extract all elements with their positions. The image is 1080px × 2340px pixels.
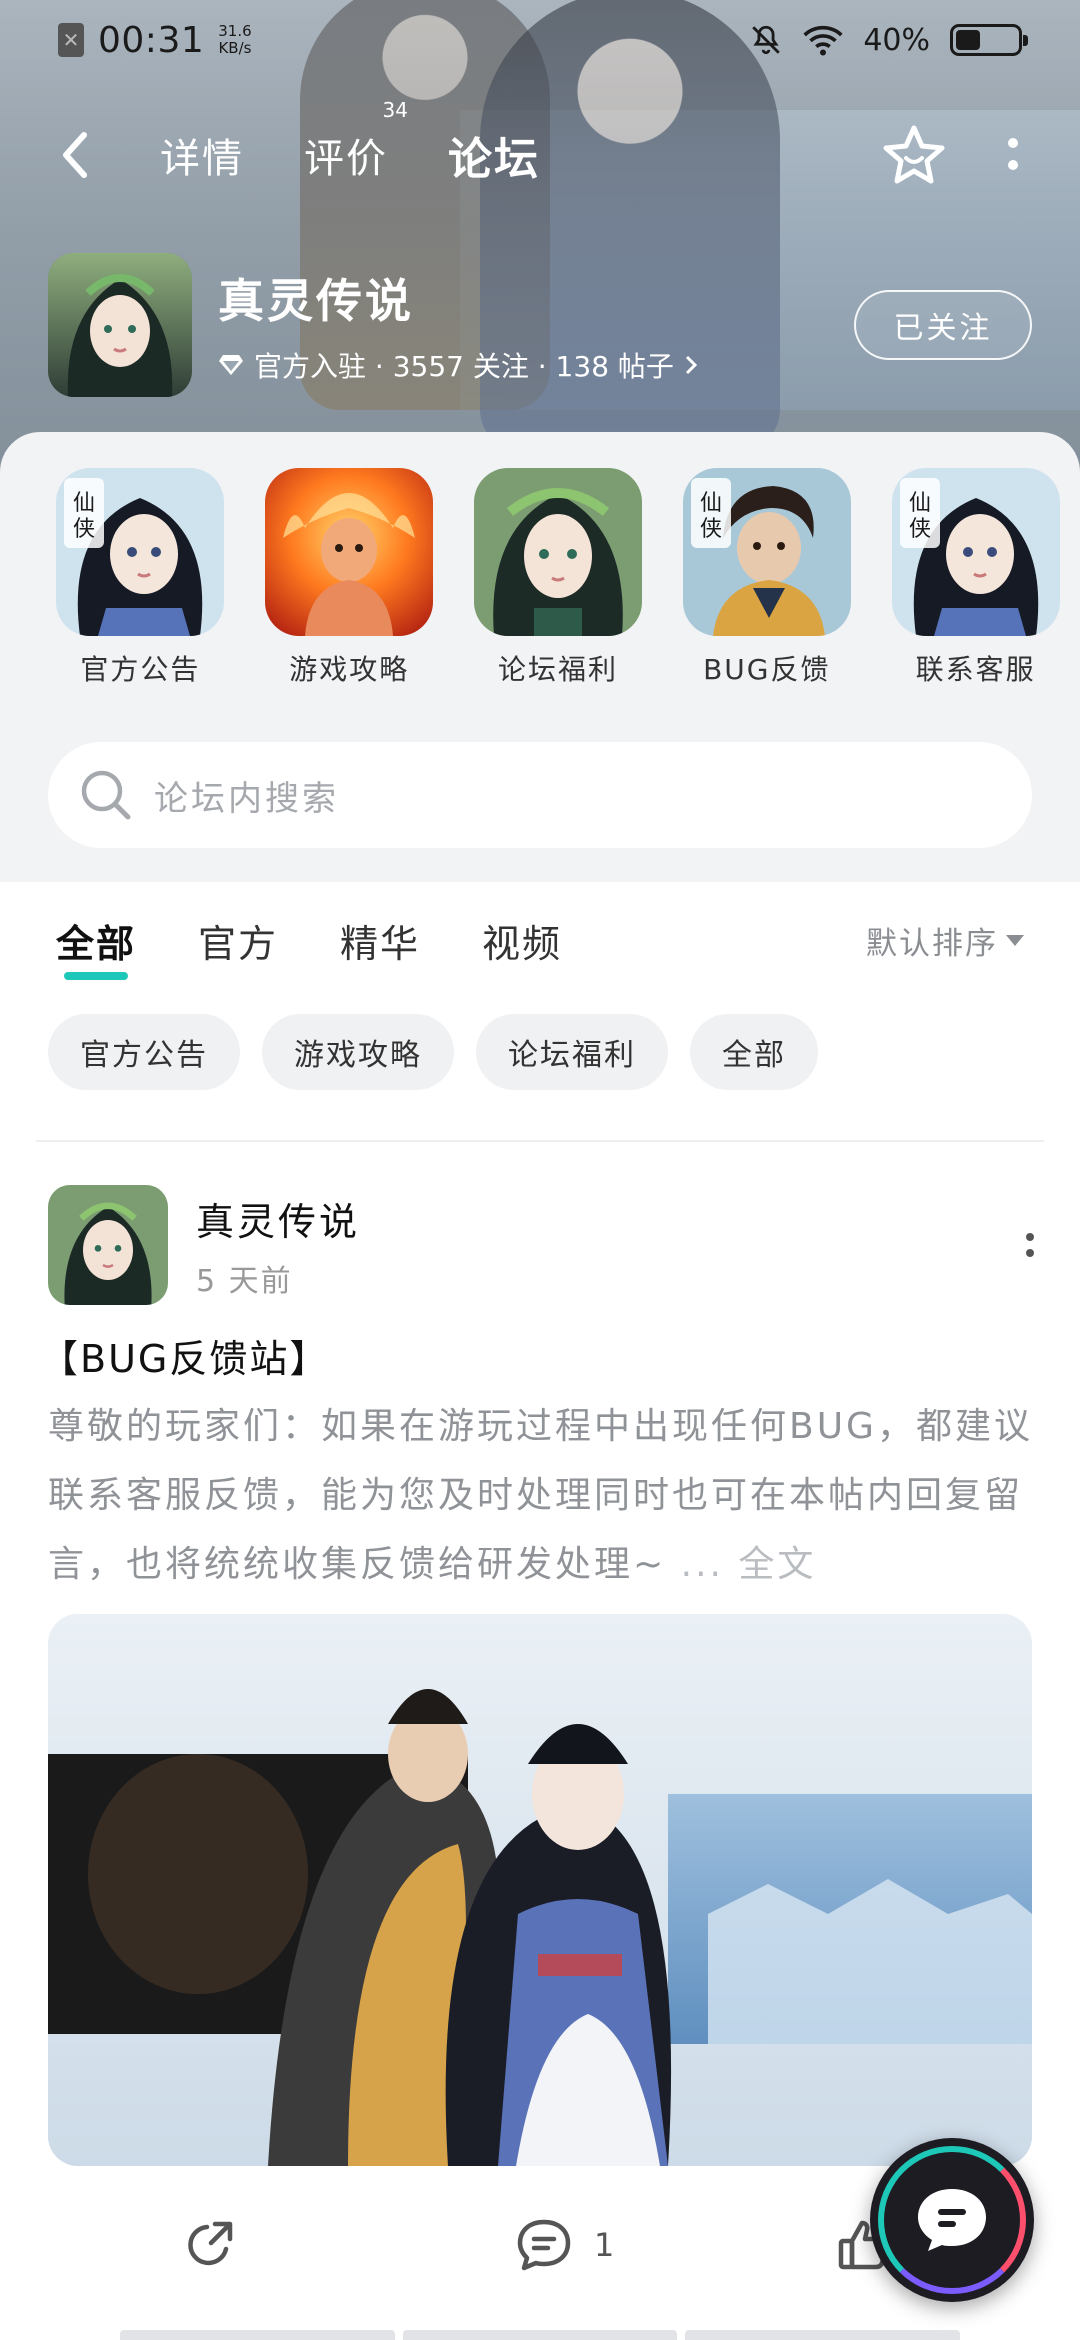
tab-reviews[interactable]: 评价 34 — [304, 98, 408, 184]
category-bug-feedback[interactable]: 仙侠 BUG反馈 — [662, 468, 871, 708]
back-button[interactable] — [60, 130, 100, 180]
tab-details[interactable]: 详情 — [160, 126, 244, 184]
chip-official-notice[interactable]: 官方公告 — [48, 1014, 240, 1090]
author-name[interactable]: 真灵传说 — [196, 1191, 360, 1246]
sort-dropdown[interactable]: 默认排序 — [866, 918, 1024, 963]
post-excerpt[interactable]: 尊敬的玩家们：如果在游玩过程中出现任何BUG，都建议联系客服反馈，能为您及时处理… — [48, 1392, 1038, 1599]
category-thumbnail: 仙侠 — [682, 468, 851, 636]
favorite-star-icon[interactable] — [882, 124, 946, 186]
forum-stats-link[interactable]: 官方入驻 · 3557 关注 · 138 帖子 — [218, 345, 698, 385]
category-row: 仙侠 官方公告 游戏攻略 论坛福利 仙侠 BUG反馈 仙侠 联系客服 — [0, 468, 1080, 708]
category-thumbnail — [473, 468, 642, 636]
forum-search-input[interactable]: 论坛内搜索 — [48, 742, 1032, 848]
chip-game-guide[interactable]: 游戏攻略 — [262, 1014, 454, 1090]
battery-percent: 40% — [863, 22, 930, 58]
battery-icon — [950, 24, 1028, 56]
comment-count: 1 — [594, 2226, 615, 2264]
category-contact-support[interactable]: 仙侠 联系客服 — [871, 468, 1080, 708]
filter-tab-video[interactable]: 视频 — [482, 913, 562, 968]
forum-identity: 真灵传说 官方入驻 · 3557 关注 · 138 帖子 已关注 — [48, 250, 1032, 400]
category-official-notice[interactable]: 仙侠 官方公告 — [36, 468, 245, 708]
chevron-left-icon — [63, 132, 87, 178]
next-post-preview — [120, 2330, 961, 2340]
divider — [36, 1140, 1044, 1142]
verified-diamond-icon — [219, 355, 243, 375]
follow-button[interactable]: 已关注 — [854, 290, 1032, 360]
reviews-count: 34 — [382, 98, 408, 122]
category-game-guide[interactable]: 游戏攻略 — [245, 468, 454, 708]
svg-text:侠: 侠 — [73, 517, 95, 542]
category-thumbnail: 仙侠 — [56, 468, 225, 636]
read-full-link[interactable]: ... 全文 — [681, 1544, 817, 1585]
dropdown-triangle-icon — [1006, 934, 1024, 946]
post-more-icon[interactable] — [1026, 1233, 1034, 1257]
category-thumbnail: 仙侠 — [891, 468, 1060, 636]
status-bar: ✕ 00:31 31.6 KB/s 40% — [0, 0, 1080, 80]
post-image[interactable] — [48, 1614, 1032, 2166]
filter-tab-featured[interactable]: 精华 — [340, 913, 420, 968]
chip-all[interactable]: 全部 — [690, 1014, 818, 1090]
svg-text:仙: 仙 — [909, 491, 931, 516]
search-placeholder: 论坛内搜索 — [154, 778, 339, 819]
no-sim-icon: ✕ — [58, 23, 84, 57]
forum-panel: 仙侠 官方公告 游戏攻略 论坛福利 仙侠 BUG反馈 仙侠 联系客服 论坛内搜索 — [0, 432, 1080, 882]
share-icon — [188, 2221, 233, 2266]
network-speed: 31.6 KB/s — [218, 22, 252, 57]
svg-text:侠: 侠 — [700, 517, 722, 542]
svg-text:仙: 仙 — [73, 491, 95, 516]
filter-tab-all[interactable]: 全部 — [56, 913, 136, 980]
svg-text:侠: 侠 — [909, 517, 931, 542]
svg-text:仙: 仙 — [700, 491, 722, 516]
chevron-right-icon — [685, 355, 698, 375]
topic-chips: 官方公告 游戏攻略 论坛福利 全部 — [48, 1014, 818, 1090]
forum-name: 真灵传说 — [218, 274, 414, 328]
comment-icon — [517, 2219, 571, 2271]
share-button[interactable] — [182, 2216, 240, 2274]
floating-chat-button[interactable] — [870, 2138, 1034, 2302]
mute-icon — [752, 25, 781, 55]
wifi-icon — [803, 25, 843, 56]
more-vertical-icon[interactable] — [1006, 135, 1020, 175]
tab-forum[interactable]: 论坛 — [444, 123, 544, 187]
status-time: 00:31 — [98, 19, 205, 61]
comment-button[interactable]: 1 — [514, 2216, 614, 2274]
post-filter-tabs: 全部 官方 精华 视频 默认排序 — [0, 900, 1080, 980]
post-time: 5 天前 — [196, 1263, 293, 1299]
filter-tab-official[interactable]: 官方 — [198, 913, 278, 968]
author-avatar[interactable] — [48, 1185, 168, 1305]
top-nav: 详情 评价 34 论坛 — [0, 98, 1080, 200]
forum-avatar — [48, 253, 192, 397]
chat-bubble-icon — [918, 2189, 986, 2251]
category-thumbnail — [265, 468, 434, 636]
post-title[interactable]: 【BUG反馈站】 — [40, 1328, 329, 1383]
search-icon — [81, 770, 131, 820]
category-forum-benefits[interactable]: 论坛福利 — [454, 468, 663, 708]
post-header: 真灵传说 5 天前 — [48, 1184, 1038, 1306]
chip-forum-benefits[interactable]: 论坛福利 — [476, 1014, 668, 1090]
